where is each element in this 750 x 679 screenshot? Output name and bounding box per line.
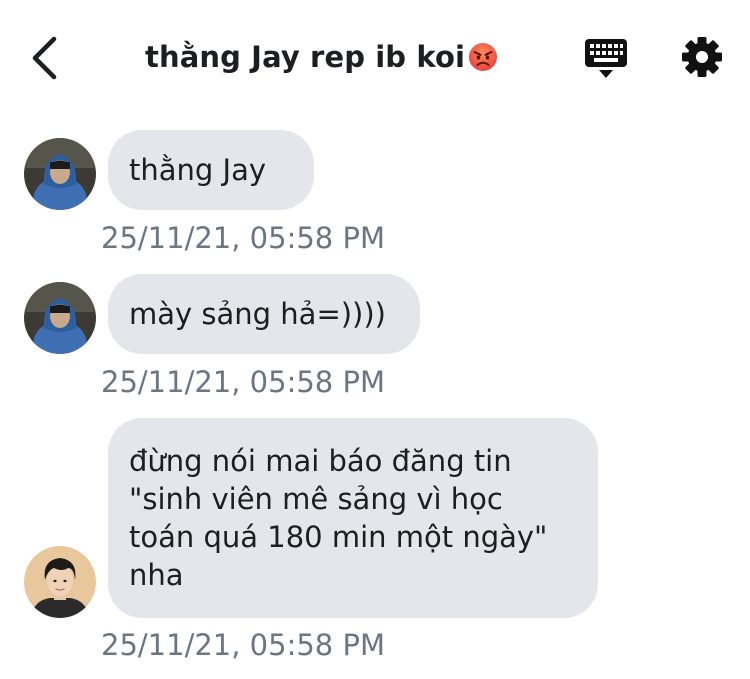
- chevron-left-icon: [32, 36, 57, 80]
- avatar-hoodie-icon: [24, 282, 96, 354]
- avatar[interactable]: [24, 282, 96, 354]
- message-timestamp: 25/11/21, 05:58 PM: [101, 221, 385, 255]
- gear-icon: [682, 37, 722, 77]
- chat-title: thằng Jay rep ib koi: [145, 40, 498, 74]
- keyboard-icon: [585, 39, 627, 78]
- chat-header: thằng Jay rep ib koi: [0, 0, 750, 118]
- avatar[interactable]: [24, 138, 96, 210]
- message-text: mày sảng hả=)))): [129, 297, 386, 331]
- avatar[interactable]: [24, 546, 96, 618]
- back-button[interactable]: [22, 30, 72, 86]
- avatar-portrait-icon: [24, 546, 96, 618]
- message-timestamp: 25/11/21, 05:58 PM: [101, 628, 385, 662]
- chat-title-text: thằng Jay rep ib koi: [145, 40, 466, 74]
- message-line: nha: [129, 558, 184, 592]
- message-bubble[interactable]: đừng nói mai báo đăng tin "sinh viên mê …: [108, 418, 598, 618]
- avatar-hoodie-icon: [24, 138, 96, 210]
- message-bubble[interactable]: thằng Jay: [108, 130, 314, 210]
- message-line: "sinh viên mê sảng vì học: [129, 482, 503, 516]
- message-text: thằng Jay: [129, 153, 267, 187]
- settings-button[interactable]: [681, 36, 723, 78]
- message-timestamp: 25/11/21, 05:58 PM: [101, 365, 385, 399]
- angry-face-icon: [469, 43, 498, 71]
- message-bubble[interactable]: mày sảng hả=)))): [108, 274, 420, 354]
- message-line: đừng nói mai báo đăng tin: [129, 444, 512, 478]
- keyboard-button[interactable]: [583, 36, 629, 80]
- message-line: toán quá 180 min một ngày": [129, 520, 548, 554]
